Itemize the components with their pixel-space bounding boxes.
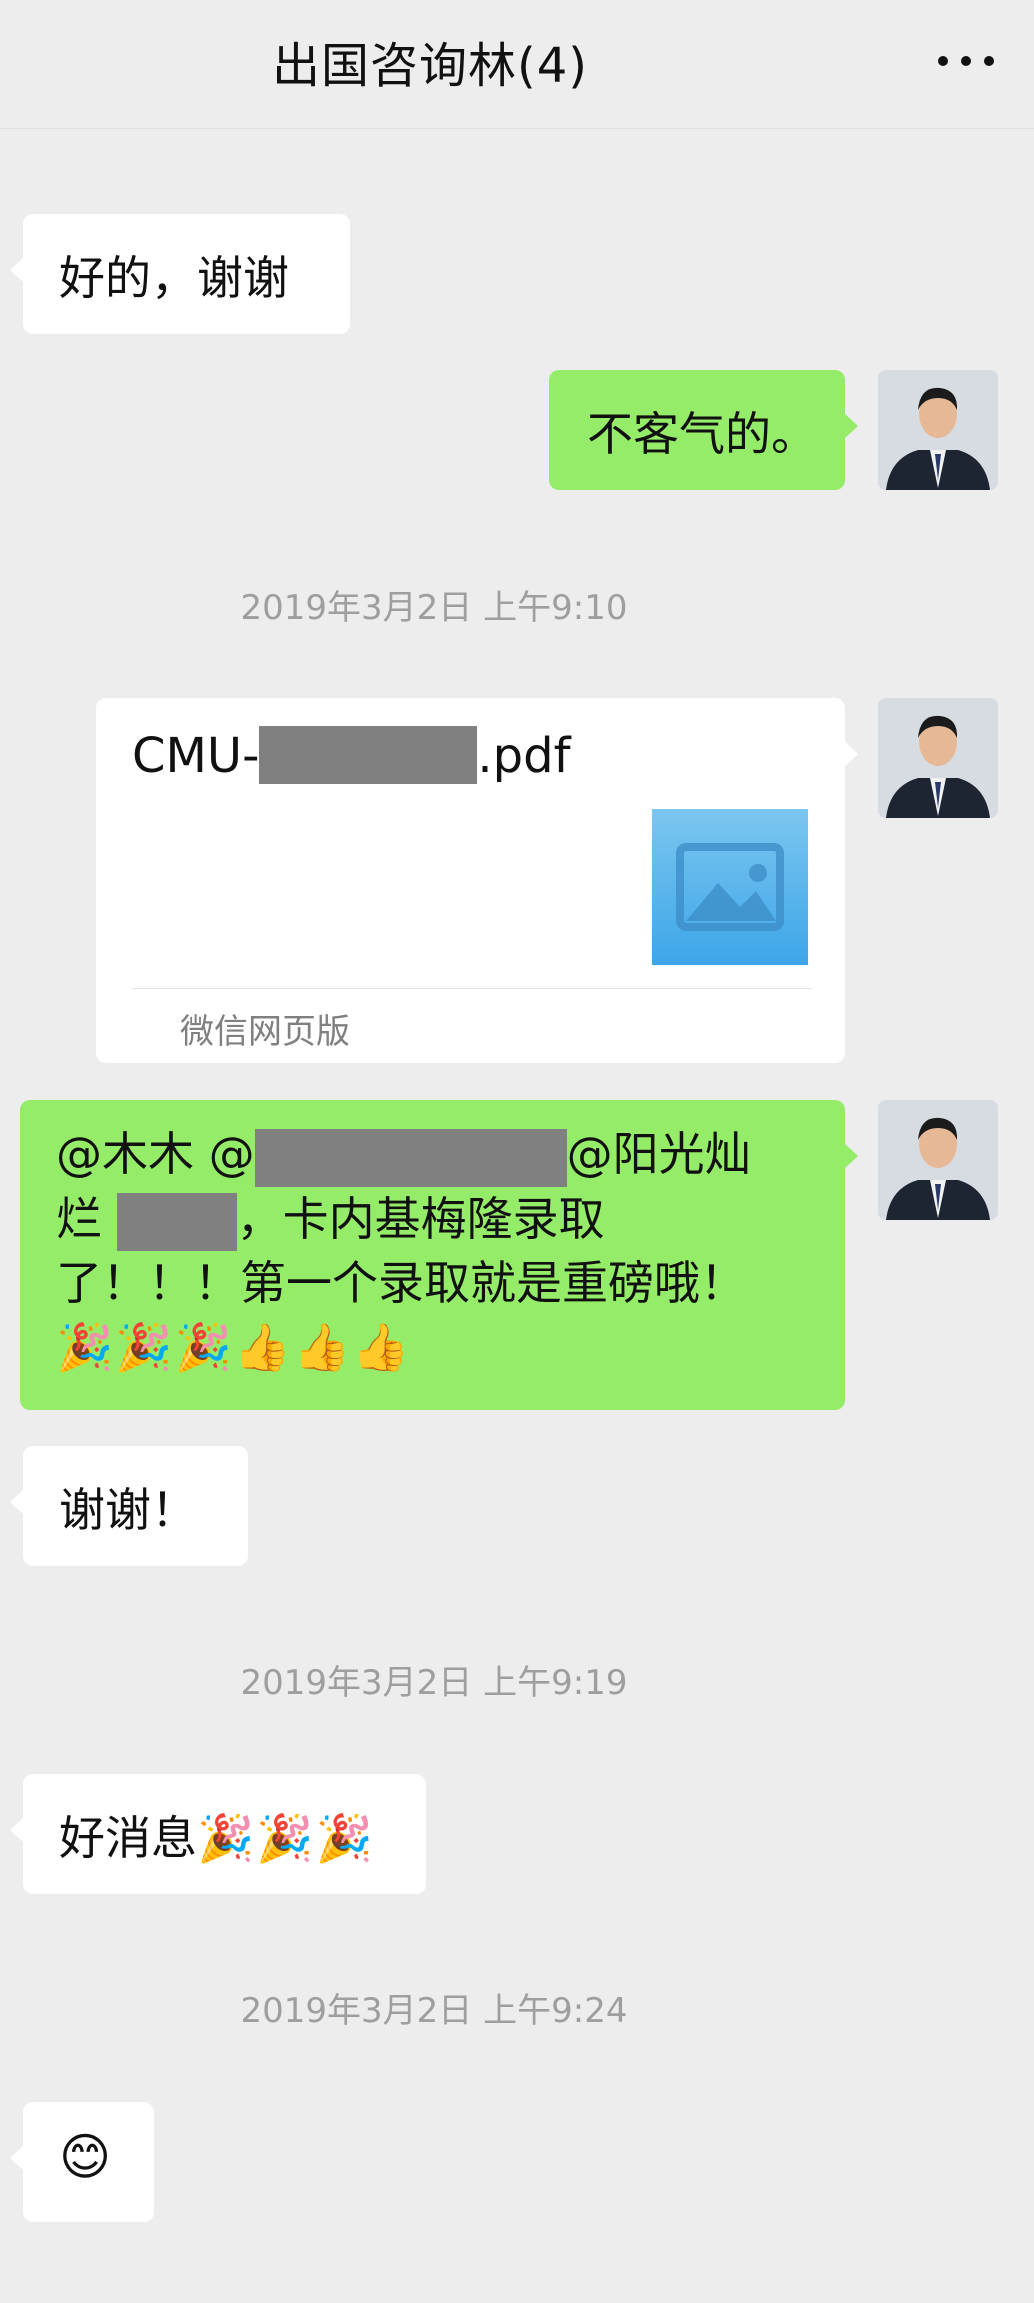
smile-emoji: 😊 [59,2128,112,2186]
avatar[interactable] [878,370,998,490]
image-placeholder-icon [652,809,808,965]
message-line: @木木 @ @阳光灿 [56,1122,821,1187]
timestamp: 2019年3月2日 上午9:19 [240,1663,628,1703]
message-text: 不客气的。 [587,407,817,461]
message-sent[interactable]: 不客气的。 [549,370,858,490]
file-name-prefix: CMU- [132,728,260,784]
file-message[interactable]: CMU- .pdf 微信网页版 [96,698,858,1063]
message-received[interactable]: 😊 [10,2102,154,2222]
message-text: 谢谢！ [59,1483,197,1537]
redacted-block [254,1128,567,1187]
redacted-block [116,1193,237,1251]
timestamp: 2019年3月2日 上午9:24 [240,1991,628,2031]
chat-title: 出国咨询林(4) [272,38,588,94]
more-dots-icon[interactable] [938,56,994,66]
chat-header: 出国咨询林(4) [0,0,1034,129]
mention-text: @阳光灿 [566,1127,751,1181]
mention-text: @木木 @ [56,1127,255,1181]
divider [132,988,812,989]
timestamp: 2019年3月2日 上午9:10 [240,588,628,628]
avatar[interactable] [878,698,998,818]
message-received[interactable]: 好消息🎉🎉🎉 [10,1774,426,1894]
message-line: 烂 ，卡内基梅隆录取 [56,1187,821,1251]
redacted-block [259,726,478,784]
file-source: 微信网页版 [180,1012,350,1052]
avatar[interactable] [878,1100,998,1220]
message-text: 好的，谢谢 [59,251,289,305]
file-name: CMU- .pdf [132,726,571,784]
emoji-row: 🎉🎉🎉👍👍👍 [56,1320,412,1374]
message-line: 了！！！第一个录取就是重磅哦！ [56,1256,746,1310]
message-text: 好消息 [59,1811,197,1865]
message-sent[interactable]: @木木 @ @阳光灿 烂 ，卡内基梅隆录取 了！！！第一个录取就是重磅哦！ 🎉🎉🎉… [20,1100,858,1410]
emoji-row: 🎉🎉🎉 [197,1811,375,1865]
message-received[interactable]: 谢谢！ [10,1446,248,1566]
mention-text: 烂 [56,1191,117,1246]
message-received[interactable]: 好的，谢谢 [10,214,350,334]
message-text: ，卡内基梅隆录取 [236,1191,605,1246]
file-name-suffix: .pdf [477,728,571,784]
